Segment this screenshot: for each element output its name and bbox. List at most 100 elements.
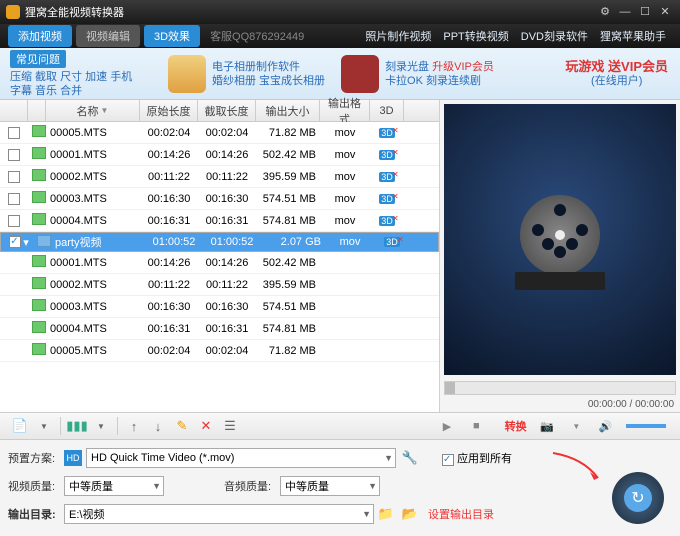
maximize-button[interactable]: ☐ [636, 5, 654, 19]
tab-video-edit[interactable]: 视频编辑 [76, 25, 140, 47]
file-icon [32, 191, 46, 203]
link-apple[interactable]: 狸窝苹果助手 [600, 28, 666, 44]
faq-links-1[interactable]: 压缩 截取 尺寸 加速 手机 [10, 70, 150, 84]
output-dir-input[interactable]: E:\视频▼ [64, 504, 374, 524]
stop-button[interactable]: ■ [467, 417, 485, 435]
apply-all-label: 应用到所有 [457, 453, 512, 465]
move-up-button[interactable]: ↑ [124, 417, 144, 435]
3d-badge[interactable]: 3D [379, 216, 395, 226]
col-3d[interactable]: 3D [370, 100, 404, 121]
table-row[interactable]: 00004.MTS00:16:3100:16:31574.81 MB [0, 318, 439, 340]
cell-size: 574.81 MB [256, 323, 320, 335]
cell-size: 502.42 MB [256, 149, 320, 161]
add-file-button[interactable]: 📄 [10, 417, 30, 435]
list-button[interactable]: ☰ [220, 417, 240, 435]
cell-cut: 00:16:31 [198, 323, 256, 335]
row-checkbox[interactable] [8, 215, 20, 227]
table-row[interactable]: ▾party视频01:00:5201:00:522.07 GBmov3D [0, 232, 439, 252]
table-row[interactable]: 00002.MTS00:11:2200:11:22395.59 MBmov3D [0, 166, 439, 188]
cell-size: 395.59 MB [256, 171, 320, 183]
move-down-button[interactable]: ↓ [148, 417, 168, 435]
3d-badge[interactable]: 3D [379, 172, 395, 182]
volume-slider[interactable] [626, 424, 666, 428]
file-icon [37, 235, 51, 247]
apply-all-checkbox[interactable] [442, 454, 454, 466]
3d-badge[interactable]: 3D [379, 150, 395, 160]
cell-cut: 01:00:52 [203, 236, 261, 248]
video-quality-label: 视频质量: [8, 478, 64, 494]
col-cut[interactable]: 截取长度 [198, 100, 256, 121]
play-button[interactable]: ▶ [438, 417, 456, 435]
file-icon [32, 147, 46, 159]
cell-orig: 00:16:31 [140, 323, 198, 335]
cell-size: 2.07 GB [261, 236, 325, 248]
row-checkbox[interactable] [8, 149, 20, 161]
convert-button[interactable]: ↻ [612, 472, 664, 524]
tab-add-video[interactable]: 添加视频 [8, 25, 72, 47]
video-quality-select[interactable]: 中等质量▼ [64, 476, 164, 496]
file-table: 名称▼ 原始长度 截取长度 输出大小 输出格式 3D 00005.MTS00:0… [0, 100, 440, 412]
cell-orig: 00:11:22 [140, 279, 198, 291]
3d-badge[interactable]: 3D [379, 128, 395, 138]
cell-size: 574.81 MB [256, 215, 320, 227]
link-dvd[interactable]: DVD刻录软件 [521, 28, 588, 44]
table-row[interactable]: 00001.MTS00:14:2600:14:26502.42 MB [0, 252, 439, 274]
bottom-panel: 预置方案: HD HD Quick Time Video (*.mov)▼ 🔧 … [0, 440, 680, 536]
3d-badge[interactable]: 3D [384, 237, 400, 247]
bars-dropdown[interactable]: ▼ [91, 417, 111, 435]
banner1-line1: 电子相册制作软件 [212, 60, 325, 74]
close-button[interactable]: ✕ [656, 5, 674, 19]
snapshot-button[interactable]: 📷 [538, 417, 556, 435]
seek-slider[interactable] [444, 381, 676, 395]
snapshot-dropdown[interactable]: ▼ [567, 417, 585, 435]
audio-quality-label: 音频质量: [224, 478, 280, 494]
banner3-line1: 玩游戏 送VIP会员 [565, 60, 668, 74]
banner1-line2: 婚纱相册 宝宝成长相册 [212, 74, 325, 88]
file-icon [32, 255, 46, 267]
delete-button[interactable]: ✕ [196, 417, 216, 435]
link-ppt-video[interactable]: PPT转换视频 [443, 28, 508, 44]
col-orig[interactable]: 原始长度 [140, 100, 198, 121]
row-checkbox[interactable] [8, 127, 20, 139]
minimize-button[interactable]: — [616, 5, 634, 19]
faq-header: 常见问题 [10, 50, 66, 68]
table-row[interactable]: 00003.MTS00:16:3000:16:30574.51 MB [0, 296, 439, 318]
col-fmt[interactable]: 输出格式 [320, 100, 370, 121]
table-row[interactable]: 00003.MTS00:16:3000:16:30574.51 MBmov3D [0, 188, 439, 210]
3d-badge[interactable]: 3D [379, 194, 395, 204]
cell-cut: 00:02:04 [198, 345, 256, 357]
file-icon [32, 125, 46, 137]
edit-button[interactable]: ✎ [172, 417, 192, 435]
volume-icon[interactable]: 🔊 [597, 417, 615, 435]
add-dropdown[interactable]: ▼ [34, 417, 54, 435]
cell-name: 00002.MTS [46, 279, 140, 291]
preset-select[interactable]: HD Quick Time Video (*.mov)▼ [86, 448, 396, 468]
banner-burn[interactable]: 刻录光盘 升级VIP会员卡拉OK 刻录连续剧 [341, 55, 494, 93]
album-icon [168, 55, 206, 93]
row-checkbox[interactable] [8, 193, 20, 205]
table-row[interactable]: 00002.MTS00:11:2200:11:22395.59 MB [0, 274, 439, 296]
bars-icon[interactable]: ▮▮▮ [67, 417, 87, 435]
banner-game[interactable]: 玩游戏 送VIP会员(在线用户) [565, 60, 668, 88]
table-row[interactable]: 00004.MTS00:16:3100:16:31574.81 MBmov3D [0, 210, 439, 232]
link-photo-video[interactable]: 照片制作视频 [365, 28, 431, 44]
row-checkbox[interactable] [9, 236, 21, 248]
col-name[interactable]: 名称▼ [46, 100, 140, 121]
settings-icon[interactable]: ⚙ [596, 5, 614, 19]
banner-album[interactable]: 电子相册制作软件婚纱相册 宝宝成长相册 [168, 55, 325, 93]
col-size[interactable]: 输出大小 [256, 100, 320, 121]
cell-fmt: mov [320, 171, 370, 183]
table-row[interactable]: 00001.MTS00:14:2600:14:26502.42 MBmov3D [0, 144, 439, 166]
table-row[interactable]: 00005.MTS00:02:0400:02:0471.82 MB [0, 340, 439, 362]
output-dir-hint: 设置输出目录 [428, 506, 494, 522]
audio-quality-select[interactable]: 中等质量▼ [280, 476, 380, 496]
cell-cut: 00:11:22 [198, 279, 256, 291]
table-row[interactable]: 00005.MTS00:02:0400:02:0471.82 MBmov3D [0, 122, 439, 144]
browse-folder-button[interactable]: 📁 [376, 505, 396, 523]
cell-orig: 00:16:31 [140, 215, 198, 227]
row-checkbox[interactable] [8, 171, 20, 183]
preset-settings-button[interactable]: 🔧 [400, 449, 420, 467]
open-folder-button[interactable]: 📂 [400, 505, 420, 523]
tab-3d-effect[interactable]: 3D效果 [144, 25, 200, 47]
faq-links-2[interactable]: 字幕 音乐 合并 [10, 84, 150, 98]
